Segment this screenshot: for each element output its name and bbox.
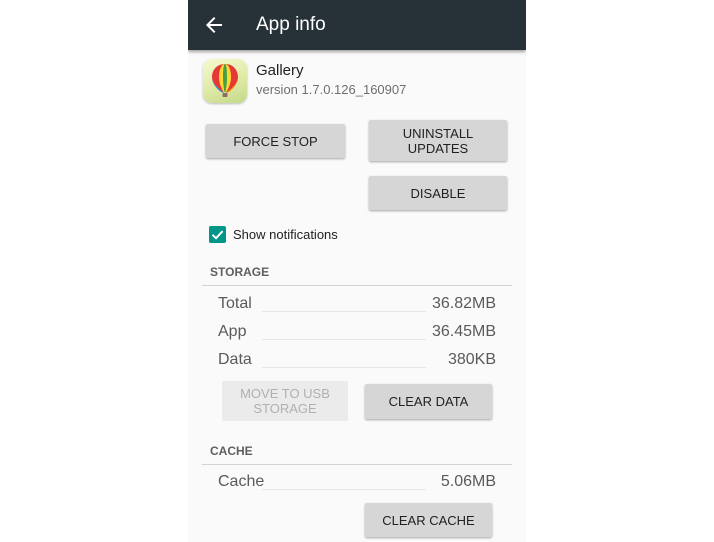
cache-divider	[202, 464, 512, 465]
row-dotted-line	[262, 489, 426, 490]
cache-row-label: Cache	[218, 473, 265, 490]
storage-row-label: Data	[218, 351, 252, 368]
clear-data-button[interactable]: CLEAR DATA	[365, 384, 492, 419]
storage-header: STORAGE	[210, 265, 270, 279]
storage-row-app: App 36.45MB	[218, 323, 496, 343]
row-dotted-line	[262, 367, 426, 368]
app-info-screen: App info Gallery version 1.7.0.126_16090…	[188, 0, 526, 542]
arrow-back-icon[interactable]	[202, 13, 226, 37]
app-bar: App info	[188, 0, 526, 50]
hot-air-balloon-icon	[203, 59, 247, 103]
uninstall-label-line1: UNINSTALL	[402, 125, 474, 141]
move-to-usb-storage-button[interactable]: MOVE TO USB STORAGE	[222, 381, 348, 421]
disable-button[interactable]: DISABLE	[369, 176, 507, 210]
uninstall-updates-button[interactable]: UNINSTALL UPDATES	[369, 120, 507, 161]
clear-data-label: CLEAR DATA	[388, 394, 469, 409]
storage-row-label: Total	[218, 295, 252, 312]
clear-cache-button[interactable]: CLEAR CACHE	[365, 503, 492, 537]
storage-row-label: App	[218, 323, 247, 340]
storage-row-total: Total 36.82MB	[218, 295, 496, 315]
show-notifications-label: Show notifications	[233, 227, 338, 242]
storage-divider	[202, 285, 512, 286]
app-version: version 1.7.0.126_160907	[256, 82, 407, 97]
show-notifications-checkbox[interactable]	[209, 226, 226, 243]
storage-row-value: 36.82MB	[431, 295, 496, 312]
move-label-line1: MOVE TO USB	[240, 386, 330, 401]
force-stop-button[interactable]: FORCE STOP	[206, 124, 345, 158]
clear-cache-label: CLEAR CACHE	[382, 512, 475, 528]
cache-row: Cache 5.06MB	[218, 473, 496, 493]
page-title: App info	[256, 14, 326, 35]
force-stop-label: FORCE STOP	[233, 133, 318, 149]
cache-row-value: 5.06MB	[440, 473, 496, 490]
disable-label: DISABLE	[410, 185, 466, 201]
row-dotted-line	[262, 339, 426, 340]
storage-row-value: 380KB	[447, 351, 496, 368]
cache-header: CACHE	[210, 444, 253, 458]
uninstall-label-line2: UPDATES	[407, 140, 469, 156]
storage-row-value: 36.45MB	[431, 323, 496, 340]
storage-row-data: Data 380KB	[218, 351, 496, 371]
move-label-line2: STORAGE	[253, 401, 317, 416]
app-name: Gallery	[256, 62, 304, 79]
row-dotted-line	[262, 311, 426, 312]
checkmark-icon	[211, 230, 224, 240]
